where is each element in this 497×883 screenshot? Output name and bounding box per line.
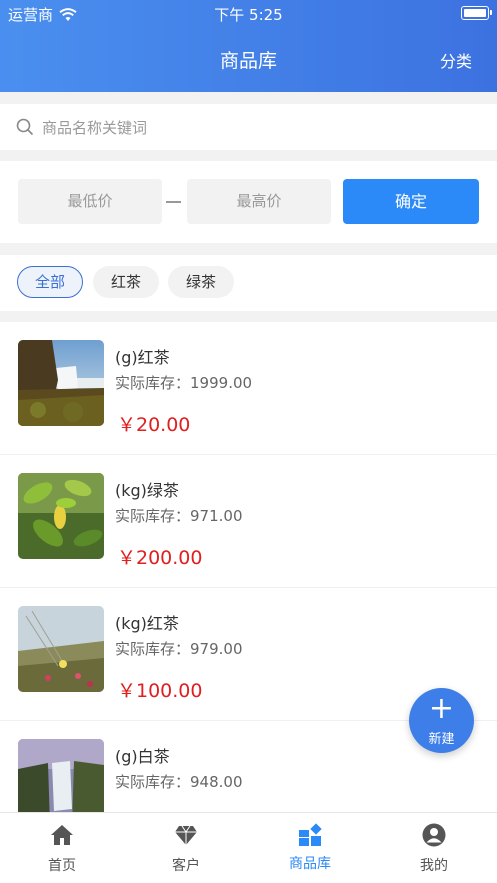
product-stock: 实际库存：979.00: [115, 640, 243, 658]
tab-home-label: 首页: [48, 858, 76, 874]
confirm-button[interactable]: 确定: [343, 179, 479, 224]
price-filter: 最低价 最高价 确定: [0, 161, 497, 243]
tab-bar: 首页 客户 商品库 我的: [0, 812, 497, 883]
tab-home[interactable]: 首页: [0, 813, 124, 883]
grid-icon: [299, 823, 322, 846]
category-button[interactable]: 分类: [440, 48, 472, 72]
product-image: [18, 606, 104, 692]
product-price: ￥100.00: [117, 680, 203, 702]
battery-icon: [461, 6, 492, 20]
search-bar[interactable]: 商品名称关键词: [0, 104, 497, 150]
product-stock: 实际库存：971.00: [115, 507, 243, 525]
list-item[interactable]: (kg)绿茶 实际库存：971.00 ￥200.00: [0, 455, 497, 588]
product-stock: 实际库存：1999.00: [115, 374, 253, 392]
page-title: 商品库: [219, 50, 277, 72]
diamond-icon: [175, 825, 197, 845]
home-icon: [51, 825, 73, 845]
search-icon: [16, 118, 34, 136]
tab-customers[interactable]: 客户: [124, 813, 248, 883]
tab-products[interactable]: 商品库: [248, 813, 372, 883]
status-time: 下午 5:25: [214, 6, 283, 24]
status-bar: 运营商 下午 5:25: [0, 0, 497, 28]
tag-green-tea[interactable]: 绿茶: [168, 266, 234, 298]
product-name: (kg)红茶: [115, 614, 179, 633]
tag-black-tea[interactable]: 红茶: [93, 266, 159, 298]
product-stock: 实际库存：948.00: [115, 773, 243, 791]
add-product-label: 新建: [428, 732, 455, 747]
min-price-input[interactable]: 最低价: [18, 179, 162, 224]
product-price: ￥20.00: [117, 414, 191, 436]
product-image: [18, 739, 104, 812]
list-item[interactable]: (g)红茶 实际库存：1999.00 ￥20.00: [0, 322, 497, 455]
search-input[interactable]: 商品名称关键词: [16, 116, 147, 138]
add-product-button[interactable]: + 新建: [409, 688, 474, 753]
product-image: [18, 340, 104, 426]
product-name: (kg)绿茶: [115, 481, 179, 500]
search-placeholder: 商品名称关键词: [42, 118, 148, 137]
max-price-input[interactable]: 最高价: [187, 179, 331, 224]
user-icon: [422, 823, 446, 847]
tag-all[interactable]: 全部: [17, 266, 83, 298]
product-name: (g)红茶: [115, 348, 170, 367]
tab-mine[interactable]: 我的: [372, 813, 496, 883]
range-divider: [166, 201, 181, 203]
tab-products-label: 商品库: [289, 856, 331, 872]
product-image: [18, 473, 104, 559]
product-name: (g)白茶: [115, 747, 170, 766]
plus-icon: +: [428, 691, 455, 726]
tab-mine-label: 我的: [420, 858, 448, 874]
header: 运营商 下午 5:25 商品库 分类: [0, 0, 497, 92]
category-tags: 全部 红茶 绿茶: [0, 255, 497, 311]
product-price: ￥200.00: [117, 547, 203, 569]
tab-customers-label: 客户: [172, 858, 200, 874]
